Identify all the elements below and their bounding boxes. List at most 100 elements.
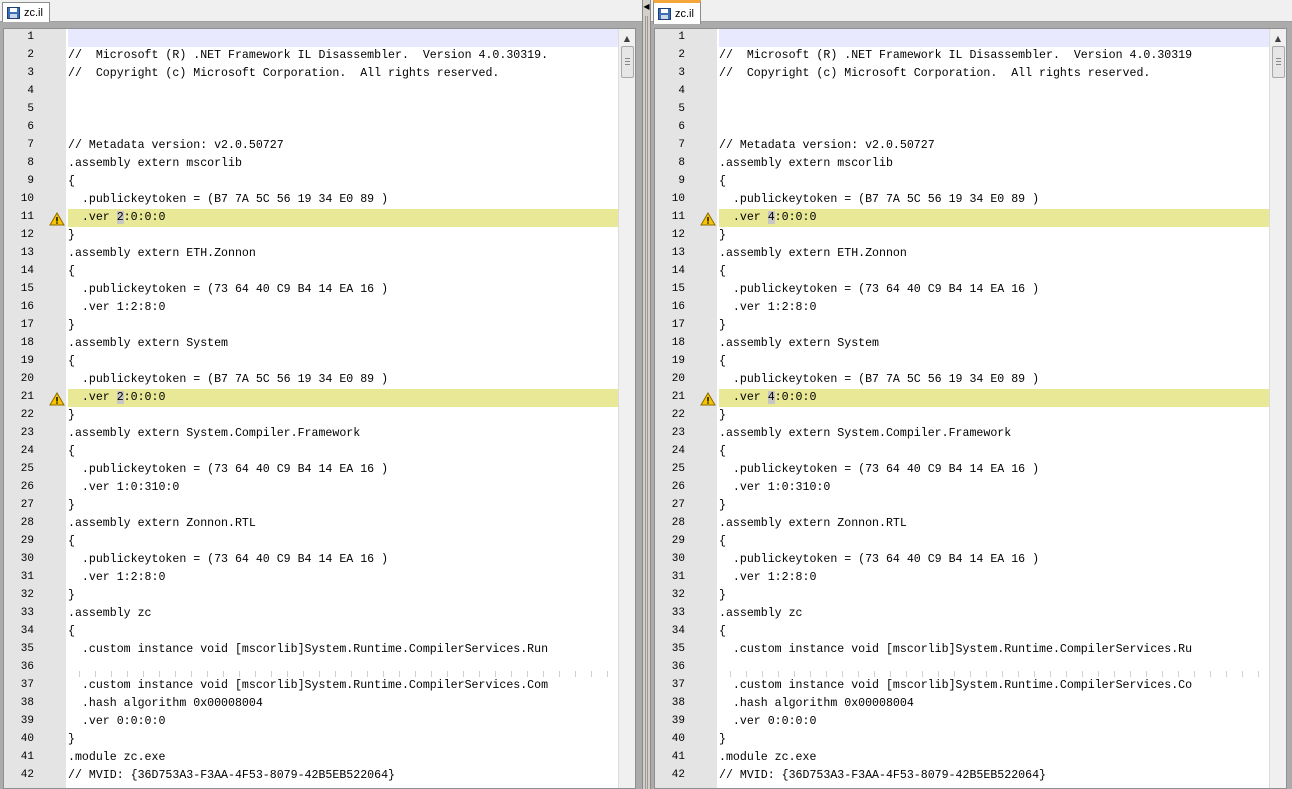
code-line[interactable]: 2 // Microsoft (R) .NET Framework IL Disa… xyxy=(655,47,1269,65)
code-line[interactable]: 20 .publickeytoken = (B7 7A 5C 56 19 34 … xyxy=(655,371,1269,389)
code-text[interactable]: { xyxy=(719,533,1269,551)
code-line[interactable]: 21 .ver 4:0:0:0 xyxy=(655,389,1269,407)
code-text[interactable]: .assembly extern mscorlib xyxy=(719,155,1269,173)
code-line[interactable]: 8 .assembly extern mscorlib xyxy=(4,155,618,173)
code-line[interactable]: 27} xyxy=(655,497,1269,515)
code-line[interactable]: 25 .publickeytoken = (73 64 40 C9 B4 14 … xyxy=(655,461,1269,479)
code-line[interactable]: 12} xyxy=(4,227,618,245)
code-line[interactable]: 19 { xyxy=(4,353,618,371)
code-line[interactable]: 2 // Microsoft (R) .NET Framework IL Disa… xyxy=(4,47,618,65)
left-scroll-thumb[interactable] xyxy=(621,46,634,78)
code-text[interactable]: // MVID: {36D753A3-F3AA-4F53-8079-42B5EB… xyxy=(719,767,1269,785)
code-text[interactable]: { xyxy=(68,173,618,191)
code-line[interactable]: 39 .ver 0:0:0:0 xyxy=(4,713,618,731)
code-text[interactable]: { xyxy=(68,353,618,371)
code-text[interactable]: .assembly zc xyxy=(68,605,618,623)
code-text[interactable] xyxy=(68,101,618,119)
code-text[interactable]: .assembly extern ETH.Zonnon xyxy=(719,245,1269,263)
warning-triangle-icon[interactable] xyxy=(49,212,65,226)
code-line[interactable]: 37 .custom instance void [mscorlib]Syste… xyxy=(4,677,618,695)
code-text[interactable]: .ver 4:0:0:0 xyxy=(719,389,1269,407)
left-tab[interactable]: zc.il xyxy=(2,2,50,22)
code-line[interactable]: 29 { xyxy=(4,533,618,551)
code-text[interactable] xyxy=(719,83,1269,101)
code-text[interactable]: } xyxy=(68,317,618,335)
code-line[interactable]: 36 xyxy=(655,659,1269,677)
code-text[interactable]: } xyxy=(719,227,1269,245)
code-text[interactable]: .ver 0:0:0:0 xyxy=(719,713,1269,731)
code-text[interactable]: .custom instance void [mscorlib]System.R… xyxy=(719,641,1269,659)
code-text[interactable]: // Copyright (c) Microsoft Corporation. … xyxy=(68,65,618,83)
code-line[interactable]: 22} xyxy=(655,407,1269,425)
code-line[interactable]: 3 // Copyright (c) Microsoft Corporation.… xyxy=(4,65,618,83)
code-text[interactable]: .publickeytoken = (73 64 40 C9 B4 14 EA … xyxy=(719,461,1269,479)
code-line[interactable]: 30 .publickeytoken = (73 64 40 C9 B4 14 … xyxy=(4,551,618,569)
code-line[interactable]: 14 { xyxy=(655,263,1269,281)
code-line[interactable]: 6 xyxy=(4,119,618,137)
code-line[interactable]: 34 { xyxy=(655,623,1269,641)
code-line[interactable]: 4 xyxy=(655,83,1269,101)
code-line[interactable]: 40} xyxy=(655,731,1269,749)
code-line[interactable]: 24 { xyxy=(655,443,1269,461)
warning-triangle-icon[interactable] xyxy=(700,392,716,406)
code-text[interactable]: .ver 1:2:8:0 xyxy=(68,299,618,317)
code-line[interactable]: 33 .assembly zc xyxy=(4,605,618,623)
code-line[interactable]: 14 { xyxy=(4,263,618,281)
code-line[interactable]: 5 xyxy=(4,101,618,119)
code-line[interactable]: 41 .module zc.exe xyxy=(4,749,618,767)
code-text[interactable]: { xyxy=(68,533,618,551)
code-text[interactable]: { xyxy=(719,623,1269,641)
code-line[interactable]: 33 .assembly zc xyxy=(655,605,1269,623)
code-text[interactable]: .assembly extern System xyxy=(68,335,618,353)
code-line[interactable]: 31 .ver 1:2:8:0 xyxy=(655,569,1269,587)
code-text[interactable]: .publickeytoken = (73 64 40 C9 B4 14 EA … xyxy=(68,551,618,569)
collapse-arrow-icon[interactable]: ◀ xyxy=(643,2,650,11)
scroll-up-icon[interactable]: ▲ xyxy=(1271,31,1285,45)
code-line[interactable]: 18 .assembly extern System xyxy=(4,335,618,353)
code-text[interactable]: { xyxy=(68,623,618,641)
code-line[interactable]: 32} xyxy=(655,587,1269,605)
code-text[interactable]: .publickeytoken = (73 64 40 C9 B4 14 EA … xyxy=(68,461,618,479)
code-line[interactable]: 10 .publickeytoken = (B7 7A 5C 56 19 34 … xyxy=(4,191,618,209)
code-line[interactable]: 27} xyxy=(4,497,618,515)
code-text[interactable] xyxy=(68,83,618,101)
code-line[interactable]: 34 { xyxy=(4,623,618,641)
code-line[interactable]: 39 .ver 0:0:0:0 xyxy=(655,713,1269,731)
code-line[interactable]: 8 .assembly extern mscorlib xyxy=(655,155,1269,173)
code-line[interactable]: 22} xyxy=(4,407,618,425)
code-line[interactable]: 15 .publickeytoken = (73 64 40 C9 B4 14 … xyxy=(4,281,618,299)
code-text[interactable]: { xyxy=(719,173,1269,191)
code-line[interactable]: 5 xyxy=(655,101,1269,119)
code-text[interactable]: .publickeytoken = (B7 7A 5C 56 19 34 E0 … xyxy=(719,191,1269,209)
code-text[interactable]: .publickeytoken = (73 64 40 C9 B4 14 EA … xyxy=(719,281,1269,299)
code-text[interactable]: .assembly extern ETH.Zonnon xyxy=(68,245,618,263)
code-line[interactable]: 23 .assembly extern System.Compiler.Frame… xyxy=(655,425,1269,443)
code-line[interactable]: 36 xyxy=(4,659,618,677)
code-text[interactable] xyxy=(719,119,1269,137)
code-text[interactable]: .ver 1:0:310:0 xyxy=(719,479,1269,497)
code-line[interactable]: 17} xyxy=(4,317,618,335)
code-text[interactable]: } xyxy=(719,587,1269,605)
code-text[interactable]: .custom instance void [mscorlib]System.R… xyxy=(68,641,618,659)
code-text[interactable]: .custom instance void [mscorlib]System.R… xyxy=(68,677,618,695)
code-text[interactable]: .assembly extern Zonnon.RTL xyxy=(68,515,618,533)
code-text[interactable]: .hash algorithm 0x00008004 xyxy=(719,695,1269,713)
code-text[interactable] xyxy=(719,29,1269,47)
code-text[interactable]: .ver 0:0:0:0 xyxy=(68,713,618,731)
code-text[interactable] xyxy=(719,101,1269,119)
code-text[interactable]: .hash algorithm 0x00008004 xyxy=(68,695,618,713)
pane-splitter[interactable]: ◀ xyxy=(642,0,651,789)
code-line[interactable]: 11 .ver 4:0:0:0 xyxy=(655,209,1269,227)
code-text[interactable]: .publickeytoken = (B7 7A 5C 56 19 34 E0 … xyxy=(68,191,618,209)
code-text[interactable]: .ver 1:2:8:0 xyxy=(68,569,618,587)
code-text[interactable]: { xyxy=(719,353,1269,371)
code-text[interactable]: .assembly extern System xyxy=(719,335,1269,353)
code-text[interactable]: } xyxy=(68,587,618,605)
code-line[interactable]: 1 xyxy=(4,29,618,47)
code-line[interactable]: 17} xyxy=(655,317,1269,335)
code-text[interactable]: } xyxy=(68,497,618,515)
code-line[interactable]: 29 { xyxy=(655,533,1269,551)
code-text[interactable]: // Microsoft (R) .NET Framework IL Disas… xyxy=(68,47,618,65)
code-line[interactable]: 16 .ver 1:2:8:0 xyxy=(4,299,618,317)
code-text[interactable]: } xyxy=(719,731,1269,749)
